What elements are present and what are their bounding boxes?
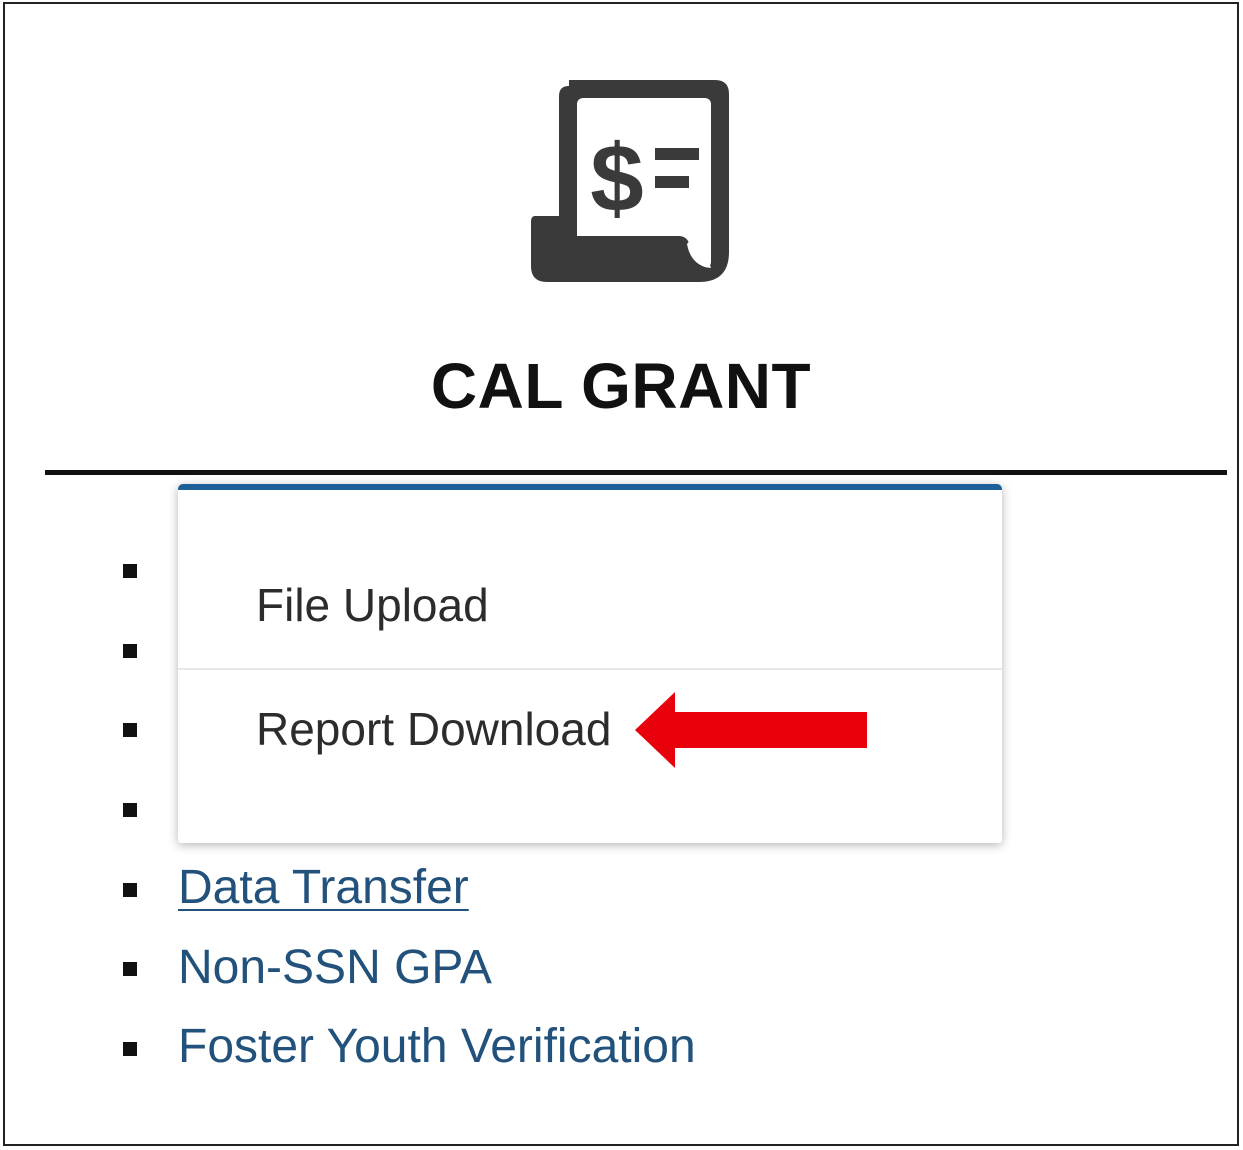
list-bullet [123,803,137,817]
menu-link-foster-youth-verification[interactable]: Foster Youth Verification [178,1019,696,1074]
list-bullet [123,644,137,658]
list-bullet [123,883,137,897]
list-bullet [123,723,137,737]
dropdown-item-report-download[interactable]: Report Download [178,702,1002,756]
dropdown-item-file-upload[interactable]: File Upload [178,578,1002,632]
screenshot-frame: $ CAL GRANT Data Transfer Non-SSN GPA Fo… [3,2,1239,1146]
dropdown-separator [178,668,1002,670]
red-arrow-annotation [635,692,870,768]
list-bullet [123,1042,137,1056]
list-bullet [123,564,137,578]
list-bullet [123,962,137,976]
menu-link-data-transfer[interactable]: Data Transfer [178,860,469,915]
submenu-dropdown: File Upload Report Download [178,484,1002,843]
menu-link-non-ssn-gpa[interactable]: Non-SSN GPA [178,940,492,995]
